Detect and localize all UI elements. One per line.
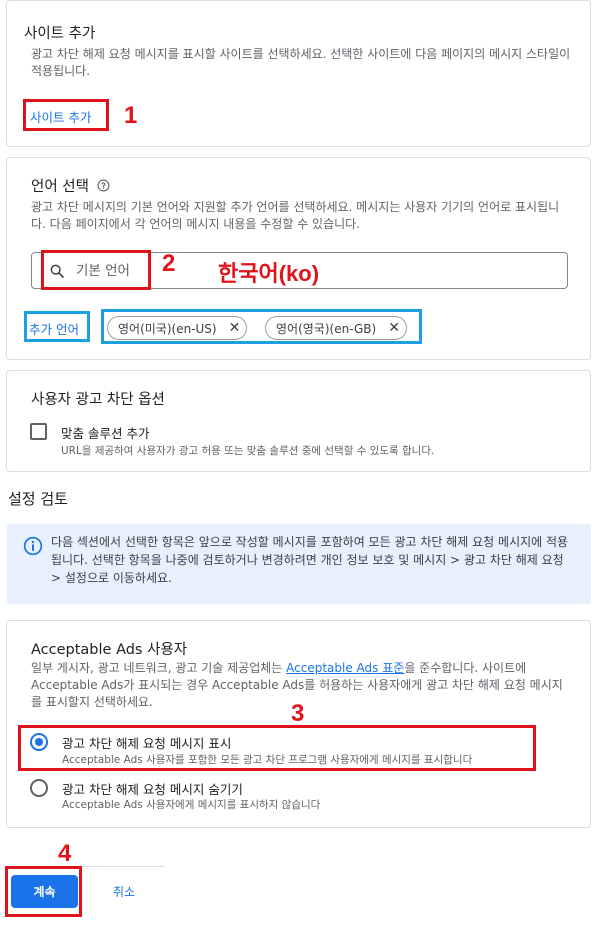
show-message-radio[interactable]	[30, 733, 48, 751]
add-language-link[interactable]: 추가 언어	[29, 319, 79, 338]
annotation-number-4: 4	[58, 840, 72, 867]
annotation-number-1: 1	[124, 102, 138, 129]
cancel-button[interactable]: 취소	[96, 875, 152, 908]
remove-chip-icon[interactable]: ✕	[229, 320, 241, 336]
annotation-language-note: 한국어(ko)	[218, 261, 320, 286]
hide-message-radio[interactable]	[30, 779, 48, 797]
annotation-number-3: 3	[291, 700, 305, 727]
language-card-description: 광고 차단 메시지의 기본 언어와 지원할 추가 언어를 선택하세요. 메시지는…	[31, 200, 560, 231]
remove-chip-icon[interactable]: ✕	[388, 320, 400, 336]
show-message-option-description: Acceptable Ads 사용자를 포함한 모든 광고 차단 프로그램 사용…	[62, 754, 473, 766]
info-banner-text: 다음 섹션에서 선택한 항목은 앞으로 작성할 메시지를 포함하여 모든 광고 …	[51, 535, 569, 585]
site-card-description: 광고 차단 해제 요청 메시지를 표시할 사이트를 선택하세요. 선택한 사이트…	[31, 47, 571, 78]
language-card-title-text: 언어 선택	[31, 179, 89, 195]
help-circle-icon[interactable]	[97, 179, 110, 192]
custom-solution-label: 맞춤 솔루션 추가	[61, 426, 150, 441]
custom-solution-checkbox[interactable]	[30, 423, 47, 440]
annotation-number-2: 2	[162, 250, 176, 277]
hide-message-option-title: 광고 차단 해제 요청 메시지 숨기기	[62, 782, 243, 797]
language-chip-label: 영어(영국)(en-GB)	[276, 321, 377, 336]
acceptable-ads-desc-prefix: 일부 게시자, 광고 네트워크, 광고 기술 제공업체는	[31, 661, 287, 675]
acceptable-ads-title: Acceptable Ads 사용자	[31, 642, 188, 658]
language-card-title: 언어 선택	[31, 175, 110, 196]
language-chip-en-gb: 영어(영국)(en-GB) ✕	[265, 316, 407, 340]
add-site-link[interactable]: 사이트 추가	[30, 107, 91, 126]
language-chip-label: 영어(미국)(en-US)	[118, 321, 217, 336]
continue-button[interactable]: 계속	[11, 875, 78, 908]
language-chip-en-us: 영어(미국)(en-US) ✕	[107, 316, 248, 340]
review-heading: 설정 검토	[8, 490, 68, 508]
acceptable-ads-standard-link[interactable]: Acceptable Ads 표준	[286, 661, 404, 675]
info-icon	[23, 536, 43, 556]
hide-message-option-description: Acceptable Ads 사용자에게 메시지를 표시하지 않습니다	[62, 799, 321, 811]
user-options-card-title: 사용자 광고 차단 옵션	[31, 392, 165, 408]
custom-solution-description: URL을 제공하여 사용자가 광고 허용 또는 맞춤 솔루션 중에 선택할 수 …	[61, 445, 435, 457]
site-card-title: 사이트 추가	[24, 26, 96, 42]
show-message-option-title: 광고 차단 해제 요청 메시지 표시	[62, 736, 232, 751]
annotation-box-2	[41, 250, 151, 290]
